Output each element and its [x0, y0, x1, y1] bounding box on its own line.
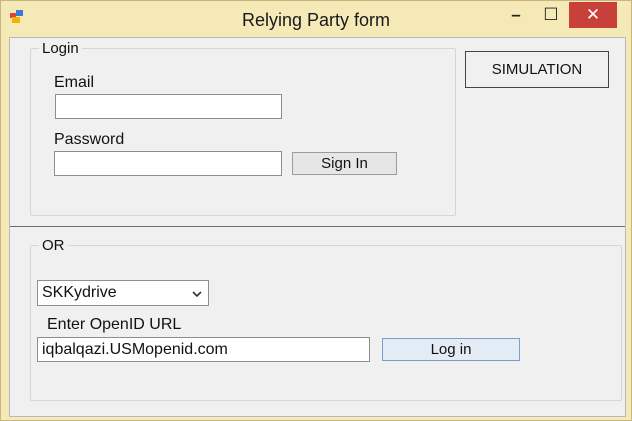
- openid-url-label: Enter OpenID URL: [47, 316, 182, 333]
- provider-selected-value: SKKydrive: [42, 284, 117, 301]
- simulation-button[interactable]: SIMULATION: [465, 51, 609, 88]
- app-window: Relying Party form – ☐ ✕ Login Email Pas…: [0, 0, 632, 421]
- password-field[interactable]: [54, 151, 282, 176]
- password-label: Password: [54, 131, 125, 148]
- form-client-area: Login Email Password Sign In SIMULATION …: [9, 37, 626, 417]
- provider-dropdown[interactable]: SKKydrive: [37, 280, 209, 306]
- login-group-title: Login: [39, 40, 82, 57]
- openid-group-title: OR: [39, 237, 68, 254]
- email-field[interactable]: [55, 94, 282, 119]
- sign-in-button[interactable]: Sign In: [292, 152, 397, 175]
- maximize-button[interactable]: ☐: [536, 2, 566, 28]
- minimize-button[interactable]: –: [501, 2, 531, 28]
- openid-url-field[interactable]: iqbalqazi.USMopenid.com: [37, 337, 370, 362]
- section-divider: [10, 226, 625, 227]
- title-bar[interactable]: Relying Party form – ☐ ✕: [1, 1, 631, 37]
- chevron-down-icon[interactable]: [192, 285, 202, 298]
- email-label: Email: [54, 74, 95, 91]
- openid-login-button[interactable]: Log in: [382, 338, 520, 361]
- close-button[interactable]: ✕: [569, 2, 617, 28]
